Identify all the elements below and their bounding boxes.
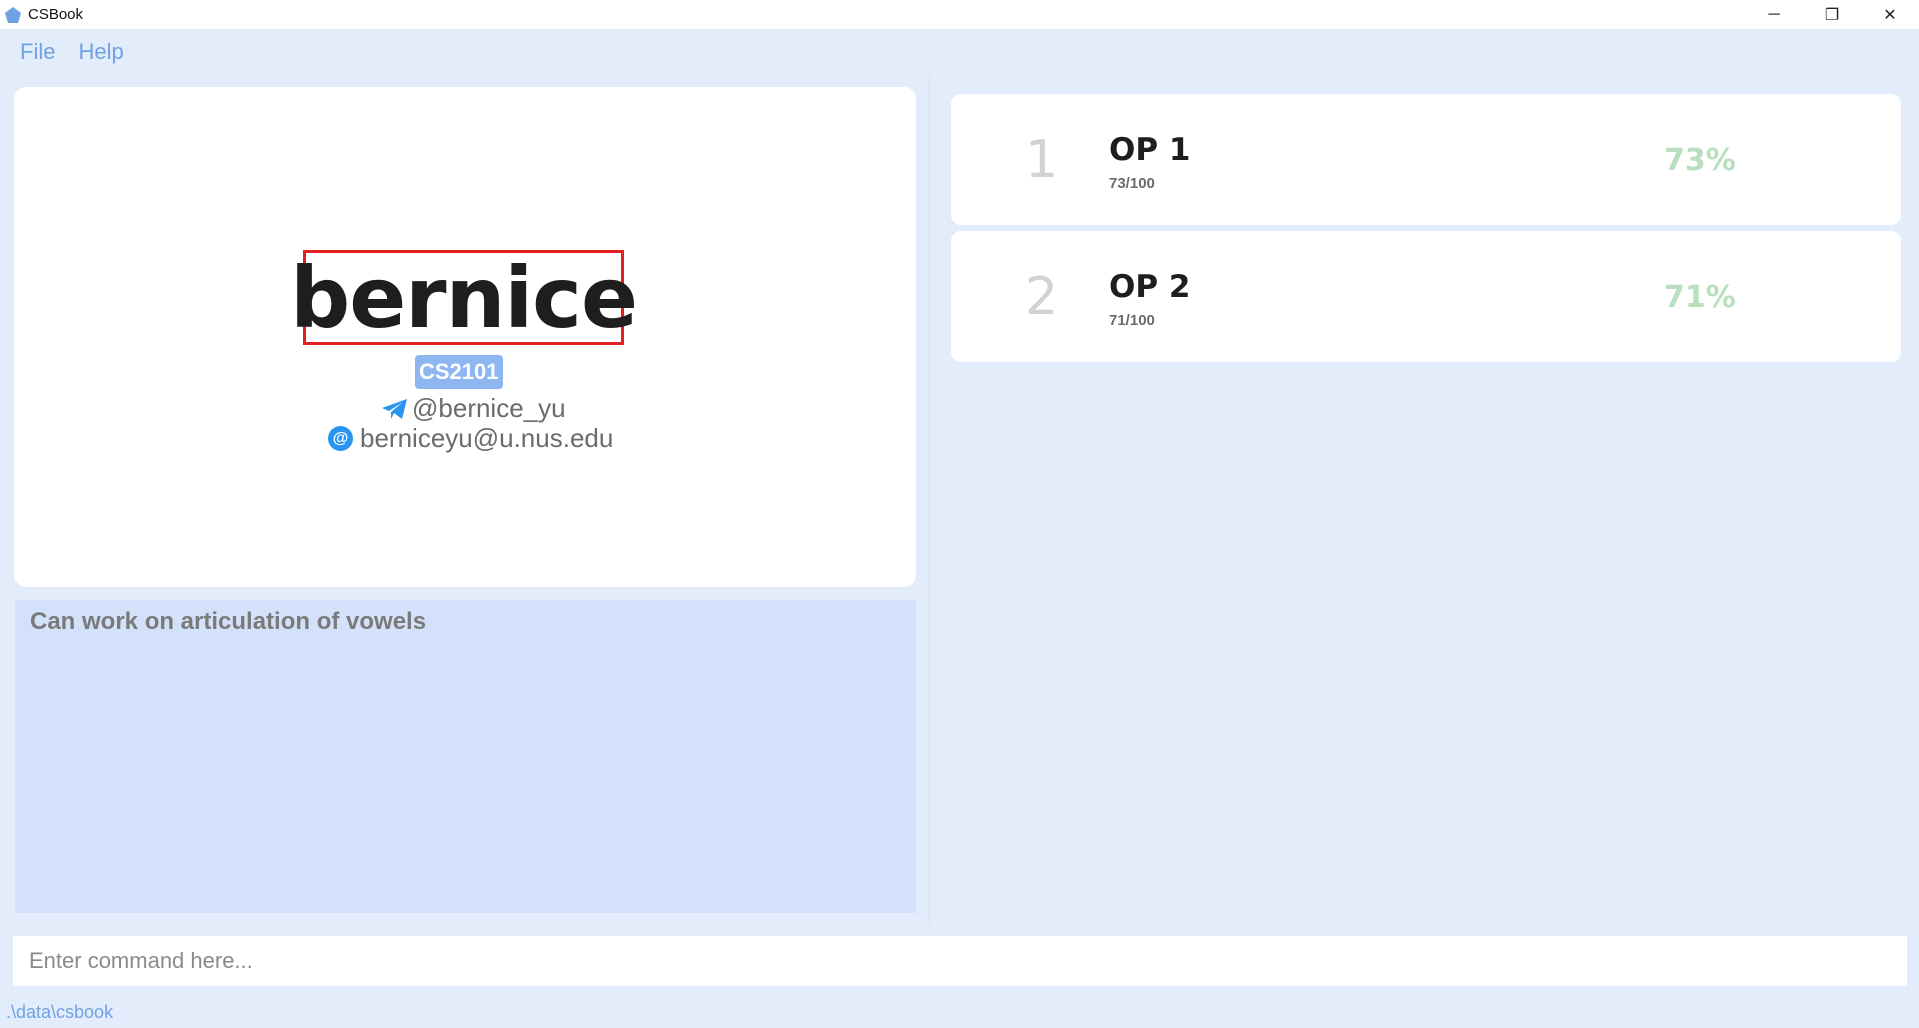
restore-button[interactable]: ❐ — [1803, 0, 1861, 29]
command-area — [0, 926, 1919, 996]
at-icon: @ — [328, 426, 353, 451]
student-name-box: bernice — [290, 250, 638, 345]
menu-file[interactable]: File — [20, 39, 55, 65]
assessment-score: 71/100 — [1109, 312, 1155, 329]
assessment-index: 2 — [1025, 267, 1059, 327]
assessment-score: 73/100 — [1109, 175, 1155, 192]
title-bar: CSBook ─ ❐ ✕ — [0, 0, 1919, 29]
minimize-button[interactable]: ─ — [1745, 0, 1803, 29]
telegram-icon — [382, 398, 407, 419]
student-name: bernice — [290, 248, 638, 347]
student-detail-panel: bernice CS2101 @bernice_yu @ berniceyu@u… — [0, 74, 928, 926]
save-location: .\data\csbook — [6, 1001, 114, 1022]
window-title: CSBook — [28, 6, 84, 23]
menu-bar: File Help — [0, 29, 1919, 74]
assessment-card[interactable]: 1 OP 1 73/100 73% — [951, 94, 1901, 225]
command-input[interactable] — [13, 936, 1907, 986]
menu-help[interactable]: Help — [78, 39, 123, 65]
app-logo-icon — [5, 6, 21, 23]
assessment-index: 1 — [1025, 130, 1059, 190]
email-address: berniceyu@u.nus.edu — [360, 423, 614, 453]
email-contact: @ berniceyu@u.nus.edu — [328, 423, 613, 454]
assessment-percent: 71% — [1664, 280, 1736, 315]
assessment-title: OP 2 — [1109, 269, 1191, 305]
profile-card: bernice CS2101 @bernice_yu @ berniceyu@u… — [14, 87, 916, 587]
telegram-handle: @bernice_yu — [412, 393, 566, 423]
close-button[interactable]: ✕ — [1861, 0, 1919, 29]
assessment-card[interactable]: 2 OP 2 71/100 71% — [951, 231, 1901, 362]
telegram-contact: @bernice_yu — [381, 393, 566, 424]
assessment-title: OP 1 — [1109, 132, 1191, 168]
tag-badge: CS2101 — [415, 355, 503, 389]
status-bar: .\data\csbook — [0, 996, 1919, 1028]
window-controls: ─ ❐ ✕ — [1745, 0, 1919, 29]
notes-panel: Can work on articulation of vowels — [15, 600, 916, 913]
assessment-list[interactable]: 1 OP 1 73/100 73% 2 OP 2 71/100 71% — [930, 74, 1919, 926]
assessment-percent: 73% — [1664, 143, 1736, 178]
student-note: Can work on articulation of vowels — [30, 608, 427, 635]
